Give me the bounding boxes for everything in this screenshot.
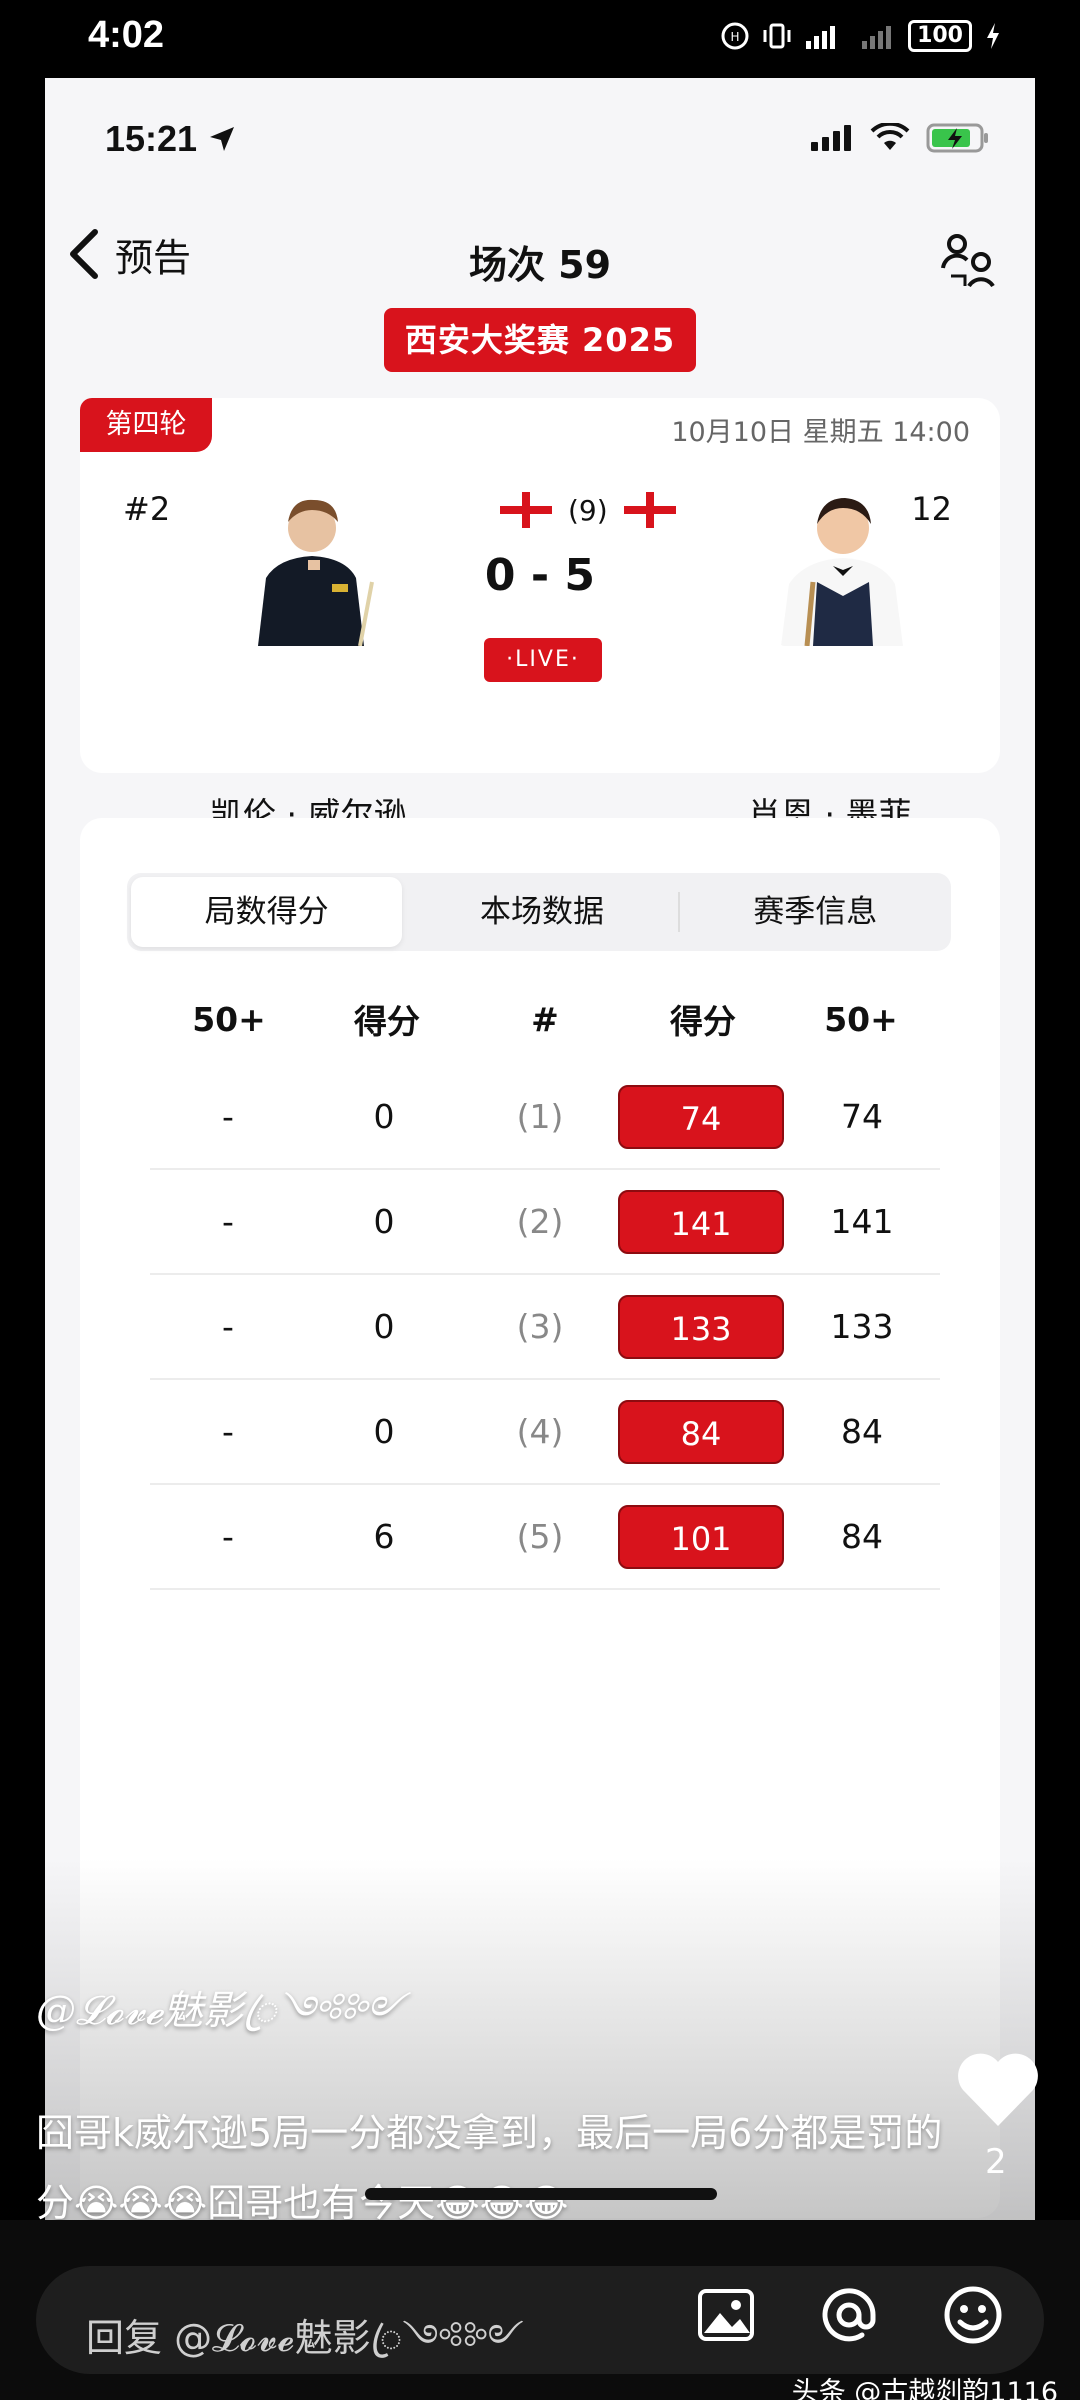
left-50plus: -	[222, 1517, 234, 1556]
match-card: 第四轮 10月10日 星期五 14:00 #2 #12 (9) 0 - 5 ·L…	[80, 398, 1000, 834]
table-row: - 0 (2) 141 141	[150, 1170, 940, 1275]
right-score-cell: 141	[618, 1189, 784, 1254]
frame-score-table: 50+ 得分 # 得分 50+ - 0 (1) 74 74 - 0 (2) 14…	[150, 973, 940, 1590]
right-score-cell: 133	[618, 1294, 784, 1359]
signal-2-icon	[860, 20, 896, 52]
flags-row: (9)	[500, 492, 676, 528]
left-50plus: -	[222, 1307, 234, 1346]
right-score-cell: 101	[618, 1504, 784, 1569]
left-score: 0	[373, 1412, 395, 1451]
left-50plus: -	[222, 1097, 234, 1136]
best-of-frames: (9)	[568, 493, 608, 527]
table-row: - 0 (4) 84 84	[150, 1380, 940, 1485]
cellular-icon	[811, 125, 851, 151]
header-right-50plus: 50+	[824, 999, 898, 1039]
right-score-pill: 101	[618, 1504, 784, 1569]
right-score-pill: 84	[618, 1399, 784, 1464]
tab-season-info[interactable]: 赛季信息	[680, 873, 951, 951]
users-compare-icon	[941, 234, 995, 288]
frame-number: (3)	[516, 1307, 564, 1346]
left-score: 0	[373, 1307, 395, 1346]
android-status-bar: 4:02 H 100	[0, 0, 1080, 78]
frame-number: (1)	[516, 1097, 564, 1136]
location-arrow-icon	[210, 127, 235, 151]
ios-status-bar: 15:21	[45, 78, 1035, 198]
charging-icon	[984, 20, 1002, 52]
ios-clock: 15:21	[105, 118, 237, 160]
mention-icon[interactable]	[818, 2284, 880, 2346]
england-flag-right-icon	[623, 492, 676, 528]
reply-placeholder: 回复 @𝓛𝓸𝓿𝓮魅影ꦿ༺༻	[86, 2316, 524, 2360]
right-50plus: 141	[830, 1202, 894, 1241]
right-score-pill: 133	[618, 1294, 784, 1359]
tab-frame-scores[interactable]: 局数得分	[131, 877, 403, 947]
emoji-icon[interactable]	[942, 2284, 1004, 2346]
table-row: - 0 (1) 74 74	[150, 1065, 940, 1170]
match-datetime: 10月10日 星期五 14:00	[671, 417, 970, 448]
left-score: 6	[373, 1517, 395, 1556]
android-status-icons: H 100	[720, 20, 1002, 52]
players-compare-button[interactable]	[937, 230, 997, 294]
heart-icon	[958, 2053, 1038, 2126]
frame-number: (2)	[516, 1202, 564, 1241]
svg-text:H: H	[731, 30, 740, 44]
right-score-cell: 84	[618, 1399, 784, 1464]
ios-status-icons	[810, 122, 990, 154]
tab-match-stats[interactable]: 本场数据	[406, 873, 677, 951]
signal-icon	[804, 20, 848, 52]
wifi-icon	[870, 123, 910, 150]
android-clock: 4:02	[88, 14, 165, 56]
left-50plus: -	[222, 1412, 234, 1451]
header-frame: #	[531, 999, 559, 1039]
comment-username[interactable]: @𝓛𝓸𝓿𝓮魅影ꦿ༺༻	[36, 1965, 976, 2078]
england-flag-left-icon	[500, 492, 552, 528]
right-score-cell: 74	[618, 1084, 784, 1149]
right-score-pill: 74	[618, 1084, 784, 1149]
battery-indicator: 100	[908, 20, 972, 52]
image-icon[interactable]	[696, 2285, 756, 2345]
screen: 4:02 H 100 15:21 预告 场次 59 西安大奖赛 2025 第四轮…	[0, 0, 1080, 2400]
right-50plus: 133	[830, 1307, 894, 1346]
header-left-50plus: 50+	[192, 999, 266, 1039]
right-50plus: 84	[841, 1517, 883, 1556]
frame-number: (4)	[516, 1412, 564, 1451]
right-50plus: 74	[841, 1097, 883, 1136]
page-title: 场次 59	[468, 243, 612, 287]
header-left-score: 得分	[354, 1002, 420, 1041]
table-header: 50+ 得分 # 得分 50+	[150, 973, 940, 1065]
watermark: 头条 @古越剡韵1116	[791, 2377, 1058, 2400]
left-player-rank: #2	[123, 490, 171, 528]
event-badge[interactable]: 西安大奖赛 2025	[384, 308, 696, 372]
round-tag: 第四轮	[80, 398, 212, 452]
match-score: 0 - 5	[484, 550, 596, 601]
navigation-bar: 预告 场次 59	[45, 208, 1035, 318]
vibrate-icon	[762, 20, 792, 52]
right-score-pill: 141	[618, 1189, 784, 1254]
left-score: 0	[373, 1202, 395, 1241]
left-50plus: -	[222, 1202, 234, 1241]
left-score: 0	[373, 1097, 395, 1136]
table-row: - 0 (3) 133 133	[150, 1275, 940, 1380]
header-right-score: 得分	[670, 1002, 736, 1041]
like-count: 2	[985, 2142, 1007, 2182]
reply-input[interactable]: 回复 @𝓛𝓸𝓿𝓮魅影ꦿ༺༻	[36, 2266, 1044, 2374]
comment-text: 囧哥k威尔逊5局一分都没拿到，最后一局6分都是罚的分😭😭😭囧哥也有今天😂😂😂	[36, 2111, 943, 2225]
live-badge: ·LIVE·	[484, 638, 602, 682]
frame-number: (5)	[516, 1517, 564, 1556]
hd-icon: H	[720, 20, 750, 52]
embedded-screenshot: 15:21 预告 场次 59 西安大奖赛 2025 第四轮 10月10日 星期五…	[45, 78, 1035, 2220]
home-indicator[interactable]	[365, 2188, 717, 2200]
table-row: - 6 (5) 101 84	[150, 1485, 940, 1590]
like-button[interactable]	[955, 2050, 1041, 2128]
reply-actions	[696, 2284, 1004, 2346]
tab-bar: 局数得分 本场数据 赛季信息	[127, 873, 951, 951]
ios-battery-icon	[926, 123, 988, 153]
right-50plus: 84	[841, 1412, 883, 1451]
